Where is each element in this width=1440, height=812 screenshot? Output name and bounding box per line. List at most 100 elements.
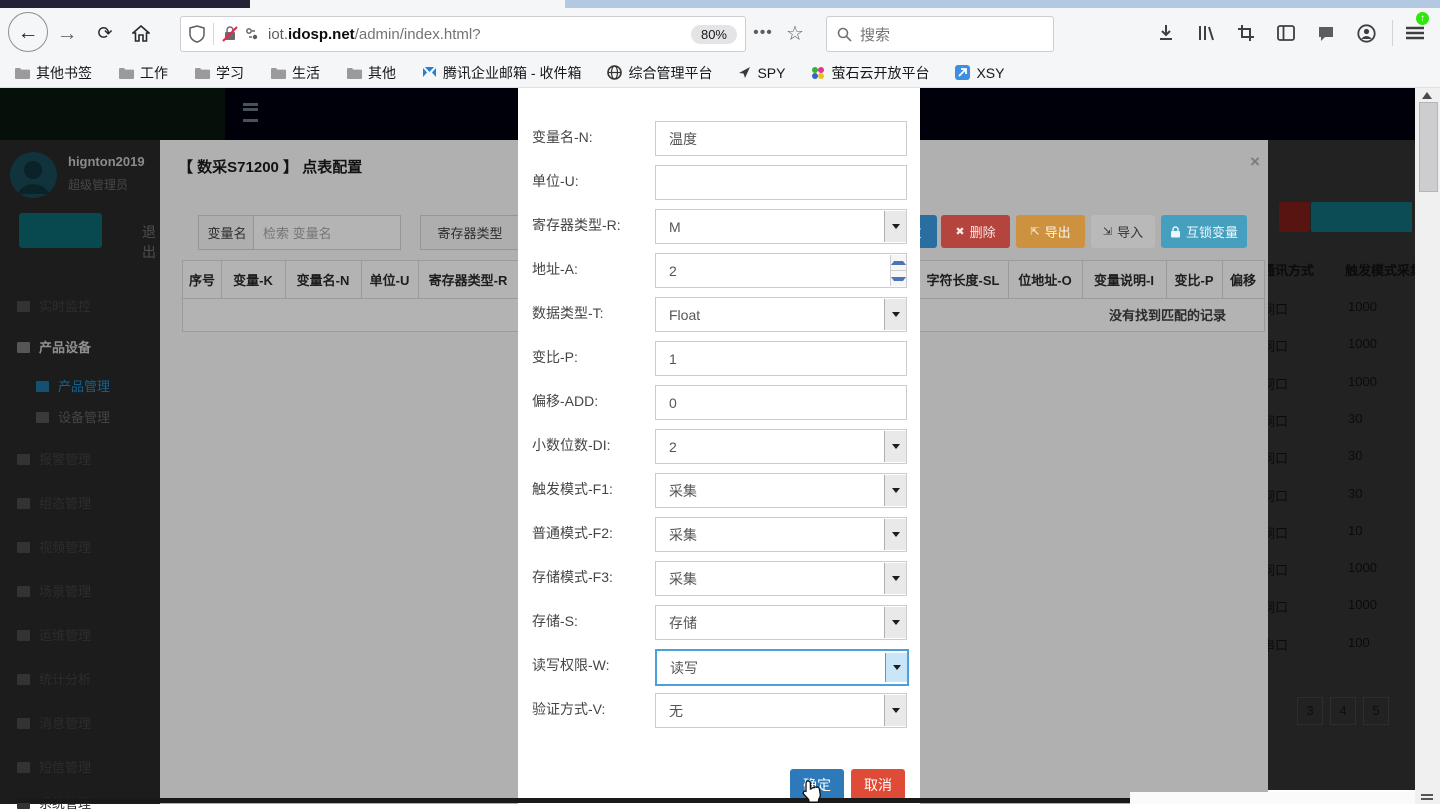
menu-icon [36, 381, 49, 392]
bookmark-item[interactable]: 萤石云开放平台 [811, 63, 929, 83]
background-lock-button[interactable] [1311, 202, 1412, 232]
dropdown-arrow-button[interactable] [884, 519, 906, 550]
permissions-icon[interactable] [245, 27, 259, 41]
sidebar-item-12[interactable]: 短信管理 [17, 757, 91, 776]
search-box[interactable]: 搜索 [826, 16, 1054, 52]
back-button[interactable]: ← [8, 12, 48, 52]
普通模式-F2-select[interactable]: 采集 [655, 517, 907, 552]
scroll-up-icon[interactable] [1422, 92, 1432, 99]
dropdown-arrow-button[interactable] [884, 563, 906, 594]
blocked-content-icon[interactable] [222, 26, 238, 42]
stepper-up[interactable] [891, 255, 906, 270]
messages-icon[interactable] [1315, 22, 1337, 44]
page-actions-icon[interactable]: ••• [752, 22, 774, 44]
number-stepper[interactable] [890, 255, 906, 286]
background-row-value: 1000 [1348, 374, 1377, 389]
avatar[interactable] [10, 152, 57, 198]
url-bar[interactable]: iot.idosp.net/admin/index.html? 80% [180, 16, 746, 52]
globe-icon [607, 65, 622, 80]
scrollbar-thumb[interactable] [1419, 102, 1438, 192]
screenshot-icon[interactable] [1235, 22, 1257, 44]
dropdown-arrow-button[interactable] [884, 607, 906, 638]
shield-icon[interactable] [189, 25, 205, 43]
sidebar-item-9[interactable]: 运维管理 [17, 625, 91, 644]
寄存器类型-R-select[interactable]: M [655, 209, 907, 244]
sidebar-item-7[interactable]: 视频管理 [17, 537, 91, 556]
验证方式-V-select[interactable]: 无 [655, 693, 907, 728]
reload-button[interactable]: ⟳ [94, 22, 116, 44]
数据类型-T-select[interactable]: Float [655, 297, 907, 332]
library-icon[interactable] [1195, 22, 1217, 44]
触发模式-F1-select[interactable]: 采集 [655, 473, 907, 508]
menu-hamburger-icon[interactable] [1404, 22, 1426, 44]
bookmark-item[interactable]: SPY [738, 65, 785, 81]
background-col-header: 通讯方式 [1268, 260, 1314, 279]
pagination-item[interactable]: 3 [1297, 697, 1323, 725]
point-edit-modal: 变量名-N:温度单位-U:寄存器类型-R:M地址-A:2数据类型-T:Float… [518, 88, 920, 804]
bookmark-star-icon[interactable]: ☆ [784, 22, 806, 44]
dropdown-arrow-button[interactable] [884, 299, 906, 330]
filter-register-type-label[interactable]: 寄存器类型 [420, 215, 520, 250]
sidebar-item-1[interactable]: 实时监控 [17, 296, 91, 315]
地址-A-input[interactable]: 2 [655, 253, 907, 288]
dropdown-arrow-button[interactable] [884, 431, 906, 462]
bookmark-item[interactable]: 腾讯企业邮箱 - 收件箱 [422, 63, 581, 83]
field-label: 验证方式-V: [532, 693, 662, 726]
sidebar-item-10[interactable]: 统计分析 [17, 669, 91, 688]
cancel-button[interactable]: 取消 [851, 769, 905, 800]
sidebars-icon[interactable] [1275, 22, 1297, 44]
变比-P-input[interactable]: 1 [655, 341, 907, 376]
sidebar-item-4[interactable]: 设备管理 [36, 407, 110, 426]
pagination-item[interactable]: 5 [1363, 697, 1389, 725]
bookmark-item[interactable]: 生活 [270, 63, 320, 83]
sidebar-item-5[interactable]: 报警管理 [17, 449, 91, 468]
dialog-close-icon[interactable]: × [1250, 152, 1260, 172]
form-row: 寄存器类型-R:M [518, 209, 920, 242]
vertical-scrollbar[interactable] [1415, 88, 1440, 804]
sidebar-action-button[interactable] [19, 213, 102, 248]
sidebar-item-2[interactable]: 产品设备 [17, 337, 91, 356]
互锁变量-button[interactable]: 互锁变量 [1161, 215, 1247, 248]
dropdown-arrow-button[interactable] [884, 475, 906, 506]
filter-search-input[interactable]: 检索 变量名 [253, 215, 401, 250]
导出-button[interactable]: ⇱导出 [1016, 215, 1085, 248]
zoom-level-badge[interactable]: 80% [691, 25, 737, 44]
field-value: 无 [656, 701, 884, 721]
stepper-down[interactable] [891, 270, 906, 286]
小数位数-DI-select[interactable]: 2 [655, 429, 907, 464]
horizontal-scrollbar[interactable] [15, 798, 1130, 803]
collapse-menu-icon[interactable] [243, 103, 258, 122]
sidebar-item-8[interactable]: 场景管理 [17, 581, 91, 600]
单位-U-input[interactable] [655, 165, 907, 200]
lock-icon [1170, 226, 1181, 238]
变量名-N-input[interactable]: 温度 [655, 121, 907, 156]
存储-S-select[interactable]: 存储 [655, 605, 907, 640]
bookmark-item[interactable]: 综合管理平台 [607, 63, 712, 83]
dropdown-arrow-button[interactable] [885, 653, 907, 682]
sidebar-item-11[interactable]: 消息管理 [17, 713, 91, 732]
bookmark-item[interactable]: 学习 [194, 63, 244, 83]
dropdown-arrow-button[interactable] [884, 211, 906, 242]
form-row: 普通模式-F2:采集 [518, 517, 920, 550]
存储模式-F3-select[interactable]: 采集 [655, 561, 907, 596]
pagination-item[interactable]: 4 [1330, 697, 1356, 725]
bookmark-item[interactable]: 其他书签 [14, 63, 92, 83]
account-icon[interactable] [1355, 22, 1377, 44]
删除-button[interactable]: ✖删除 [941, 215, 1010, 248]
background-row-port: 网口 [1268, 597, 1288, 616]
home-button[interactable] [130, 22, 152, 44]
bookmark-item[interactable]: XSY [955, 65, 1004, 81]
chevron-down-icon [892, 488, 900, 493]
logout-link[interactable]: 退出 [142, 222, 160, 262]
bookmark-item[interactable]: 其他 [346, 63, 396, 83]
sidebar-item-6[interactable]: 组态管理 [17, 493, 91, 512]
读写权限-W-select[interactable]: 读写 [655, 649, 909, 686]
download-icon[interactable] [1155, 22, 1177, 44]
偏移-ADD-input[interactable]: 0 [655, 385, 907, 420]
dropdown-arrow-button[interactable] [884, 695, 906, 726]
bookmark-item[interactable]: 工作 [118, 63, 168, 83]
导入-button[interactable]: ⇲导入 [1091, 215, 1155, 248]
background-delete-button[interactable] [1279, 202, 1310, 232]
sidebar-item-3[interactable]: 产品管理 [36, 376, 110, 395]
forward-button[interactable]: → [56, 22, 78, 44]
